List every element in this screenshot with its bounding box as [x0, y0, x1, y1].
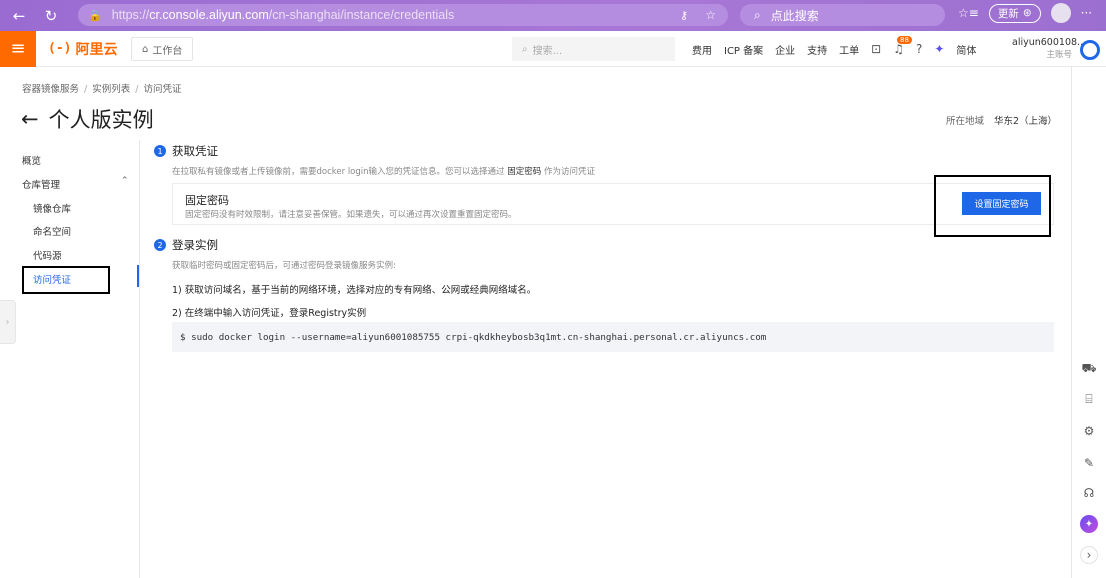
back-arrow-icon[interactable]: ← — [21, 107, 39, 131]
step1-description: 在拉取私有镜像或者上传镜像前，需要docker login输入您的凭证信息。您可… — [172, 167, 595, 177]
aliyun-logo[interactable]: (-) 阿里云 — [48, 39, 117, 59]
search-icon: ⌕ — [754, 7, 761, 22]
step2-number: 2 — [154, 239, 166, 251]
breadcrumb-current: 访问凭证 — [143, 84, 182, 95]
terminal-icon[interactable]: ⊡ — [871, 42, 881, 56]
account-name: aliyun600108... — [1012, 37, 1087, 48]
refresh-icon[interactable]: ↻ — [40, 5, 62, 27]
fixed-password-card: 固定密码 固定密码没有时效限制，请注意妥善保管。如果遗失，可以通过再次设置重置固… — [172, 183, 1054, 225]
step2-title: 登录实例 — [172, 238, 218, 252]
settings-icon[interactable]: ⚙ — [1080, 422, 1098, 440]
account-role: 主账号 — [1046, 50, 1072, 60]
breadcrumb-cr[interactable]: 容器镜像服务 — [22, 84, 79, 95]
workbench-label: 工作台 — [152, 45, 183, 57]
search-icon: ⌕ — [522, 43, 528, 55]
sidebar-group-repo[interactable]: 仓库管理 — [22, 177, 60, 191]
language-switch[interactable]: 简体 — [956, 42, 976, 57]
sidebar: 概览 仓库管理 ⌃ 镜像仓库 命名空间 代码源 访问凭证 — [0, 140, 140, 578]
lock-icon: 🔒 — [88, 8, 102, 22]
fixed-password-desc: 固定密码没有时效限制，请注意妥善保管。如果遗失，可以通过再次设置重置固定密码。 — [185, 210, 517, 220]
logo-mark: (-) — [48, 41, 72, 56]
account-menu[interactable]: aliyun600108... 主账号 — [1012, 37, 1087, 61]
nav-support[interactable]: 支持 — [807, 42, 827, 57]
sidebar-item-overview[interactable]: 概览 — [22, 153, 41, 167]
home-icon: ⌂ — [142, 43, 149, 55]
ai-assistant-icon[interactable]: ✦ — [934, 42, 944, 56]
account-avatar[interactable] — [1080, 40, 1100, 60]
update-button[interactable]: 更新 ⊛ — [988, 3, 1041, 23]
cart-icon[interactable]: ⛟ — [1080, 360, 1098, 378]
region-label: 所在地域 — [946, 116, 985, 127]
headset-icon[interactable]: ☊ — [1080, 484, 1098, 502]
highlight-box-button — [934, 175, 1051, 237]
more-icon[interactable]: ··· — [1081, 6, 1092, 20]
sidebar-item-code-source[interactable]: 代码源 — [33, 248, 62, 262]
url-text: https://cr.console.aliyun.com/cn-shangha… — [111, 8, 455, 22]
update-badge-icon: ⊛ — [1022, 7, 1032, 19]
page-title: ← 个人版实例 — [21, 104, 154, 134]
step1-number: 1 — [154, 145, 166, 157]
console-search-placeholder: 搜索... — [532, 45, 563, 57]
notification-badge: 88 — [897, 36, 912, 44]
browser-search-placeholder: 点此搜索 — [770, 8, 819, 23]
region-info: 所在地域 华东2（上海） — [946, 113, 1057, 127]
key-icon[interactable]: ⚷ — [680, 9, 688, 22]
back-icon[interactable]: ← — [8, 5, 30, 27]
step2-line1: 1) 获取访问域名，基于当前的网络环境，选择对应的专有网络、公网或经典网络域名。 — [172, 285, 537, 296]
console-search-input[interactable]: ⌕ 搜索... — [512, 37, 675, 61]
browser-search[interactable]: ⌕ 点此搜索 — [740, 4, 945, 26]
help-icon[interactable]: ? — [916, 42, 922, 56]
nav-icp[interactable]: ICP 备案 — [724, 42, 763, 57]
chevron-up-icon[interactable]: ⌃ — [121, 176, 129, 186]
menu-icon[interactable]: ≡ — [0, 30, 36, 67]
highlight-box-credentials — [22, 266, 110, 294]
sidebar-item-images[interactable]: 镜像仓库 — [33, 201, 71, 215]
sidebar-item-namespace[interactable]: 命名空间 — [33, 224, 71, 238]
breadcrumb: 容器镜像服务 / 实例列表 / 访问凭证 — [22, 84, 182, 95]
nav-billing[interactable]: 费用 — [692, 42, 712, 57]
favorites-icon[interactable]: ☆≡ — [958, 6, 979, 20]
address-bar[interactable]: 🔒 https://cr.console.aliyun.com/cn-shang… — [78, 4, 728, 26]
ai-assistant-icon[interactable]: ✦ — [1080, 515, 1098, 533]
expand-icon[interactable]: › — [1080, 546, 1098, 564]
page-title-text: 个人版实例 — [48, 108, 154, 132]
logo-text: 阿里云 — [75, 41, 118, 58]
step1-header: 1 获取凭证 — [154, 143, 218, 159]
fixed-password-title: 固定密码 — [185, 194, 229, 207]
step2-description: 获取临时密码或固定密码后，可通过密码登录镜像服务实例: — [172, 261, 396, 271]
login-command[interactable]: $ sudo docker login --username=aliyun600… — [172, 322, 1054, 352]
step1-title: 获取凭证 — [172, 144, 218, 158]
sidebar-active-indicator — [137, 265, 139, 287]
nav-enterprise[interactable]: 企业 — [775, 42, 795, 57]
sidebar-toggle[interactable]: › — [0, 300, 16, 344]
step2-line2: 2) 在终端中输入访问凭证，登录Registry实例 — [172, 308, 367, 319]
workbench-button[interactable]: ⌂ 工作台 — [131, 37, 194, 61]
step2-header: 2 登录实例 — [154, 237, 218, 253]
profile-avatar[interactable] — [1050, 3, 1071, 23]
nav-ticket[interactable]: 工单 — [839, 42, 859, 57]
console-topbar: ≡ (-) 阿里云 ⌂ 工作台 ⌕ 搜索... 费用 ICP 备案 企业 支持 … — [0, 30, 1106, 67]
chip-icon[interactable]: ⌸ — [1080, 390, 1098, 408]
region-value: 华东2（上海） — [994, 116, 1058, 127]
edit-icon[interactable]: ✎ — [1080, 454, 1098, 472]
breadcrumb-instances[interactable]: 实例列表 — [92, 84, 130, 95]
favorite-star-icon[interactable]: ☆ — [705, 8, 716, 22]
bell-icon[interactable]: ♫ — [893, 42, 904, 56]
browser-toolbar: ← ↻ 🔒 https://cr.console.aliyun.com/cn-s… — [0, 0, 1106, 31]
